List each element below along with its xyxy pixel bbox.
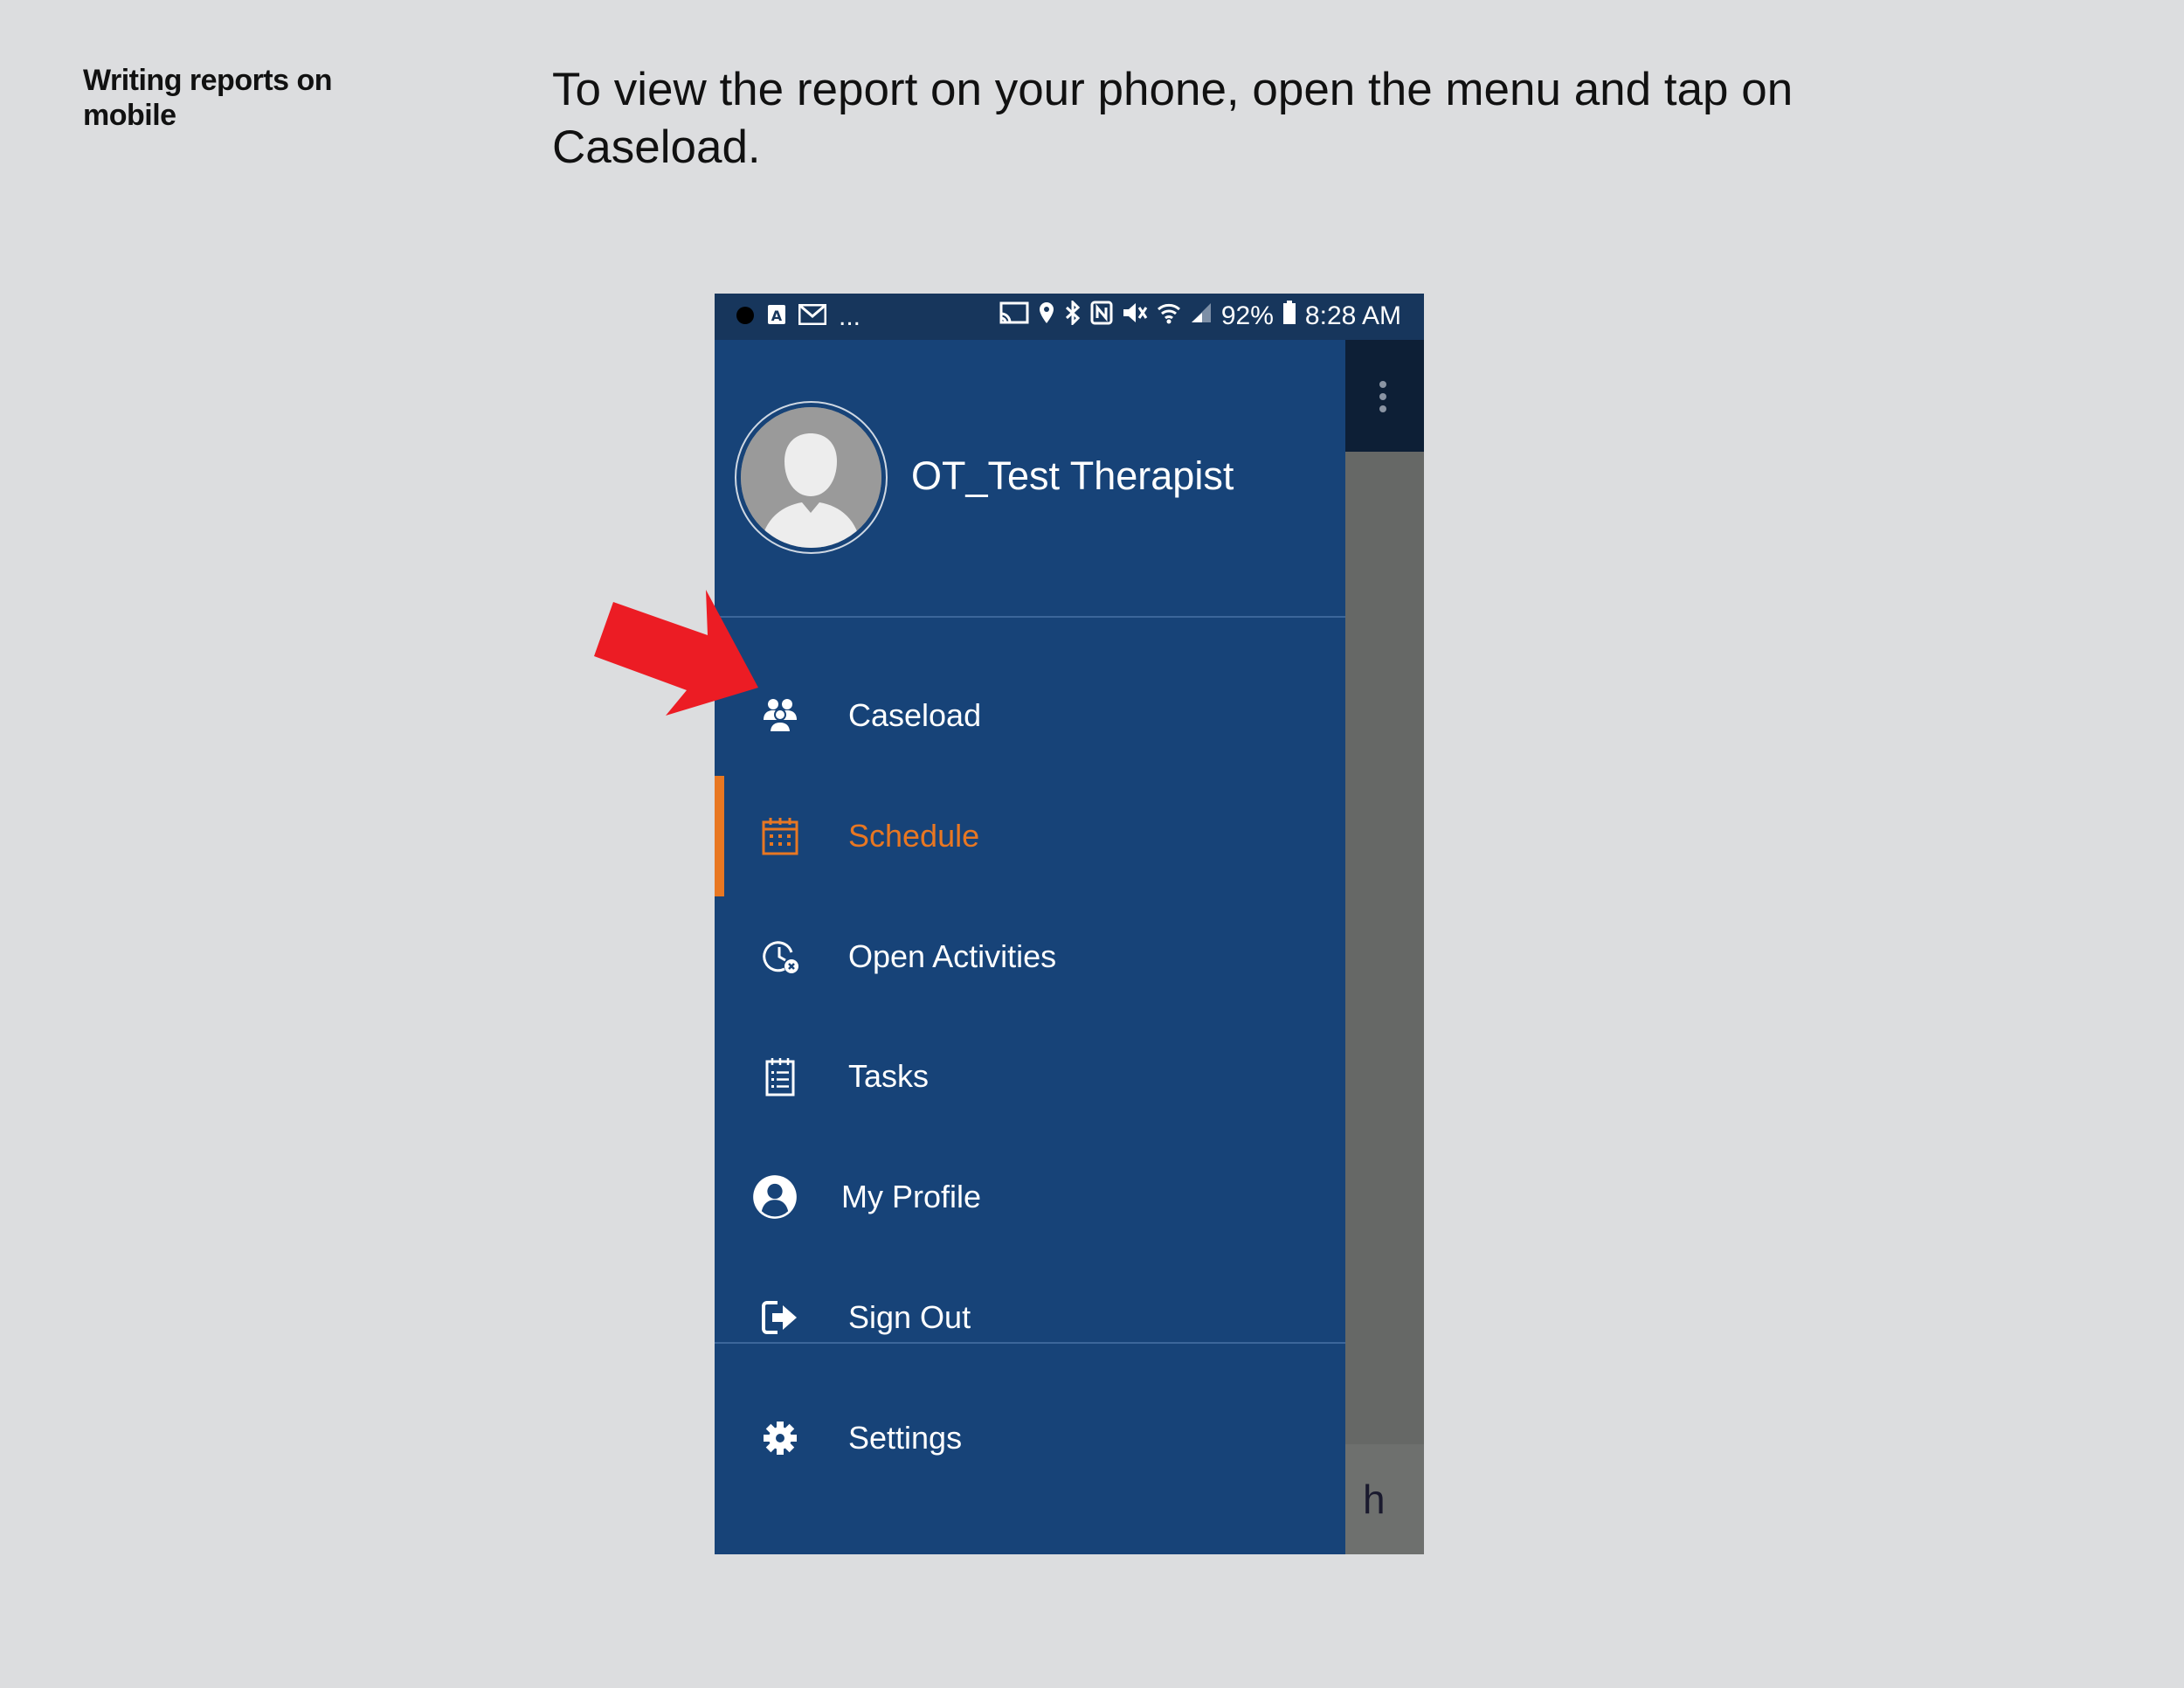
user-name: OT_Test Therapist bbox=[911, 453, 1234, 498]
avatar[interactable] bbox=[735, 401, 888, 554]
clock-time: 8:28 AM bbox=[1304, 301, 1401, 330]
menu-label-open-activities: Open Activities bbox=[848, 938, 1057, 974]
menu-label-schedule: Schedule bbox=[848, 818, 980, 854]
phone-screenshot: A ... 92% 8:28 AM h OT_Test Therapist Ca… bbox=[715, 294, 1424, 1554]
menu-label-tasks: Tasks bbox=[848, 1058, 930, 1094]
clock-icon bbox=[763, 941, 798, 973]
slide-title: Writing reports on mobile bbox=[83, 64, 333, 132]
navigation-drawer: OT_Test Therapist Caseload Schedule Open… bbox=[715, 340, 1345, 1554]
user-circle-icon bbox=[753, 1175, 797, 1219]
menu-label-settings: Settings bbox=[848, 1420, 963, 1456]
checklist-icon bbox=[765, 1058, 795, 1097]
app-a-icon: A bbox=[767, 302, 786, 332]
menu-label-my-profile: My Profile bbox=[841, 1179, 982, 1214]
menu-item-open-activities[interactable]: Open Activities bbox=[715, 896, 1345, 1017]
menu-item-caseload[interactable]: Caseload bbox=[715, 655, 1345, 776]
app-toolbar bbox=[1344, 340, 1424, 452]
background-bottom-bar: h bbox=[1344, 1444, 1424, 1554]
cast-icon bbox=[999, 301, 1029, 331]
location-icon bbox=[1038, 301, 1055, 332]
menu-divider bbox=[715, 1342, 1345, 1344]
instruction-text: To view the report on your phone, open t… bbox=[552, 64, 1794, 173]
menu-item-tasks[interactable]: Tasks bbox=[715, 1016, 1345, 1137]
menu-label-sign-out: Sign Out bbox=[848, 1299, 971, 1335]
partial-text: h bbox=[1363, 1477, 1386, 1522]
svg-text:A: A bbox=[771, 308, 783, 324]
avatar-silhouette-icon bbox=[741, 407, 881, 548]
red-arrow-icon bbox=[594, 590, 758, 716]
battery-percent: 92% bbox=[1220, 301, 1274, 330]
record-dot-icon bbox=[736, 302, 755, 332]
nfc-icon bbox=[1090, 301, 1113, 332]
menu-label-caseload: Caseload bbox=[848, 697, 982, 733]
menu-item-settings[interactable]: Settings bbox=[715, 1378, 1345, 1498]
mute-icon bbox=[1122, 301, 1148, 332]
menu-item-my-profile[interactable]: My Profile bbox=[715, 1137, 1345, 1257]
gmail-icon bbox=[798, 302, 827, 332]
menu-item-sign-out[interactable]: Sign Out bbox=[715, 1257, 1345, 1378]
signal-icon bbox=[1190, 301, 1213, 331]
battery-icon bbox=[1282, 301, 1296, 332]
active-indicator bbox=[715, 776, 724, 896]
more-notifications: ... bbox=[839, 302, 861, 331]
header-divider bbox=[715, 616, 1345, 618]
gear-icon bbox=[764, 1422, 797, 1455]
drawer-header: OT_Test Therapist bbox=[715, 340, 1345, 617]
status-bar: A ... 92% 8:28 AM bbox=[715, 294, 1424, 340]
menu-item-schedule[interactable]: Schedule bbox=[715, 776, 1345, 896]
wifi-icon bbox=[1157, 301, 1181, 332]
calendar-icon bbox=[762, 818, 798, 855]
bluetooth-icon bbox=[1064, 299, 1082, 332]
overflow-menu-icon[interactable] bbox=[1377, 379, 1389, 414]
sign-out-icon bbox=[762, 1301, 797, 1334]
